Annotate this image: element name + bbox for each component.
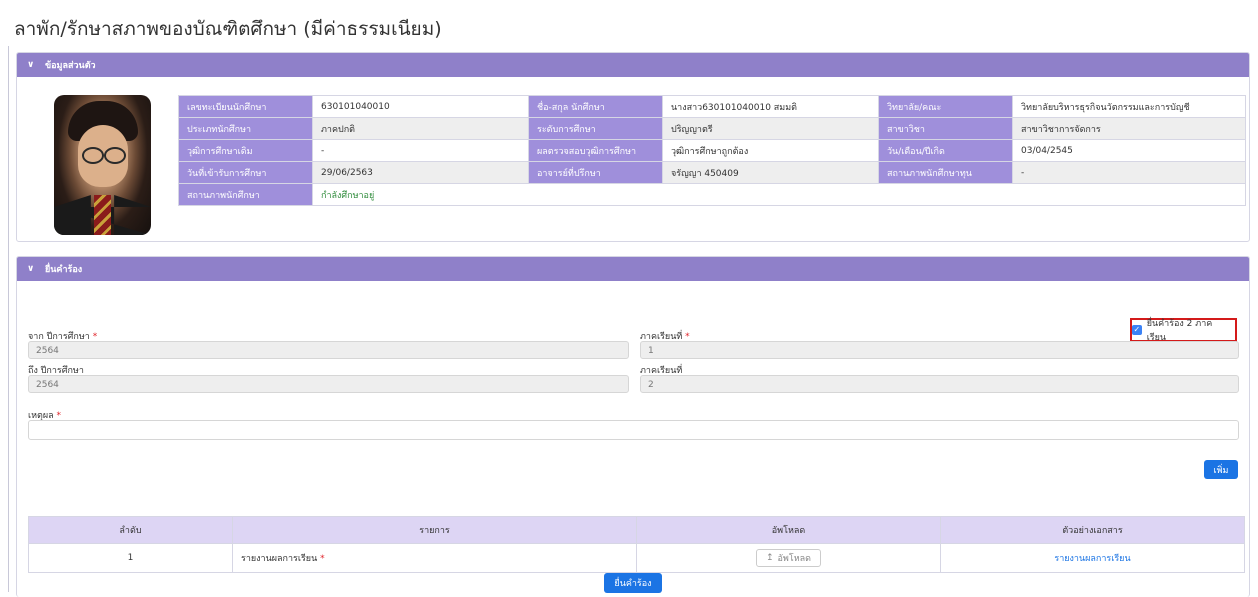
docs-header-sample: ตัวอย่างเอกสาร <box>940 516 1245 544</box>
two-terms-checkbox-label: ยื่นคำร้อง 2 ภาคเรียน <box>1146 319 1213 343</box>
info-label-scholarship-status: สถานภาพนักศึกษาทุน <box>878 161 1013 184</box>
docs-cell-item: รายงานผลการเรียน * <box>232 543 637 573</box>
info-label-name: ชื่อ-สกุล นักศึกษา <box>528 95 663 118</box>
info-value-major: สาขาวิชาการจัดการ <box>1012 117 1246 140</box>
info-value-enroll-date: 29/06/2563 <box>312 161 529 184</box>
personal-info-title: ข้อมูลส่วนตัว <box>45 61 96 71</box>
reason-input[interactable] <box>28 420 1239 440</box>
documents-table: ลำดับ รายการ อัพโหลด ตัวอย่างเอกสาร 1 รา… <box>28 516 1245 573</box>
docs-header-upload: อัพโหลด <box>636 516 941 544</box>
from-term-input[interactable]: 1 <box>640 341 1239 359</box>
info-label-student-status: สถานภาพนักศึกษา <box>178 183 313 206</box>
info-label-student-id: เลขทะเบียนนักศึกษา <box>178 95 313 118</box>
request-header[interactable]: ∨ ยื่นคำร้อง <box>17 257 1249 281</box>
page-title: ลาพัก/รักษาสภาพของบัณฑิตศึกษา (มีค่าธรรม… <box>14 18 442 40</box>
info-label-enroll-date: วันที่เข้ารับการศึกษา <box>178 161 313 184</box>
docs-header-item: รายการ <box>232 516 637 544</box>
info-label-faculty: วิทยาลัย/คณะ <box>878 95 1013 118</box>
info-row: เลขทะเบียนนักศึกษา 630101040010 ชื่อ-สกุ… <box>178 95 1246 118</box>
upload-icon: ↥ <box>765 553 774 563</box>
request-title: ยื่นคำร้อง <box>45 265 83 275</box>
docs-header-no: ลำดับ <box>28 516 233 544</box>
table-row: 1 รายงานผลการเรียน * ↥ อัพโหลด รายงานผลก… <box>28 543 1245 573</box>
student-info-table: เลขทะเบียนนักศึกษา 630101040010 ชื่อ-สกุ… <box>178 95 1246 206</box>
info-value-student-id: 630101040010 <box>312 95 529 118</box>
info-value-birth-date: 03/04/2545 <box>1012 139 1246 162</box>
info-label-prior-degree: วุฒิการศึกษาเดิม <box>178 139 313 162</box>
info-row: วุฒิการศึกษาเดิม - ผลตรวจสอบวุฒิการศึกษา… <box>178 139 1246 162</box>
info-value-education-level: ปริญญาตรี <box>662 117 879 140</box>
docs-cell-no: 1 <box>28 543 233 573</box>
info-label-major: สาขาวิชา <box>878 117 1013 140</box>
info-label-advisor: อาจารย์ที่ปรึกษา <box>528 161 663 184</box>
submit-button[interactable]: ยื่นคำร้อง <box>604 573 662 593</box>
info-value-student-status: กำลังศึกษาอยู่ <box>312 183 1246 206</box>
request-panel: ∨ ยื่นคำร้อง ✓ ยื่นคำร้อง 2 ภาคเรียน จาก… <box>16 256 1250 597</box>
to-term-input[interactable]: 2 <box>640 375 1239 393</box>
info-value-name: นางสาว630101040010 สมมติ <box>662 95 879 118</box>
upload-button[interactable]: ↥ อัพโหลด <box>756 549 821 567</box>
chevron-down-icon: ∨ <box>27 264 35 274</box>
sample-document-link[interactable]: รายงานผลการเรียน <box>1054 554 1130 564</box>
left-border <box>8 46 9 592</box>
add-button[interactable]: เพิ่ม <box>1204 460 1238 479</box>
two-terms-checkbox-wrapper[interactable]: ✓ ยื่นคำร้อง 2 ภาคเรียน <box>1130 318 1237 343</box>
info-label-degree-check: ผลตรวจสอบวุฒิการศึกษา <box>528 139 663 162</box>
from-year-input[interactable]: 2564 <box>28 341 629 359</box>
info-value-scholarship-status: - <box>1012 161 1246 184</box>
docs-cell-sample: รายงานผลการเรียน <box>940 543 1245 573</box>
info-label-student-type: ประเภทนักศึกษา <box>178 117 313 140</box>
student-photo <box>54 95 151 235</box>
info-value-prior-degree: - <box>312 139 529 162</box>
info-label-education-level: ระดับการศึกษา <box>528 117 663 140</box>
to-year-input[interactable]: 2564 <box>28 375 629 393</box>
info-value-faculty: วิทยาลัยบริหารธุรกิจนวัตกรรมและการบัญชี <box>1012 95 1246 118</box>
personal-info-header[interactable]: ∨ ข้อมูลส่วนตัว <box>17 53 1249 77</box>
info-value-student-type: ภาคปกติ <box>312 117 529 140</box>
info-row: วันที่เข้ารับการศึกษา 29/06/2563 อาจารย์… <box>178 161 1246 184</box>
docs-cell-upload: ↥ อัพโหลด <box>636 543 941 573</box>
chevron-down-icon: ∨ <box>27 60 35 70</box>
info-value-advisor: จรัญญา 450409 <box>662 161 879 184</box>
info-label-birth-date: วัน/เดือน/ปีเกิด <box>878 139 1013 162</box>
info-value-degree-check: วุฒิการศึกษาถูกต้อง <box>662 139 879 162</box>
info-row: ประเภทนักศึกษา ภาคปกติ ระดับการศึกษา ปริ… <box>178 117 1246 140</box>
personal-info-panel: ∨ ข้อมูลส่วนตัว เลขทะเบียนนักศึกษา 63010… <box>16 52 1250 242</box>
info-row: สถานภาพนักศึกษา กำลังศึกษาอยู่ <box>178 183 1246 206</box>
checkbox-checked-icon[interactable]: ✓ <box>1132 325 1142 335</box>
